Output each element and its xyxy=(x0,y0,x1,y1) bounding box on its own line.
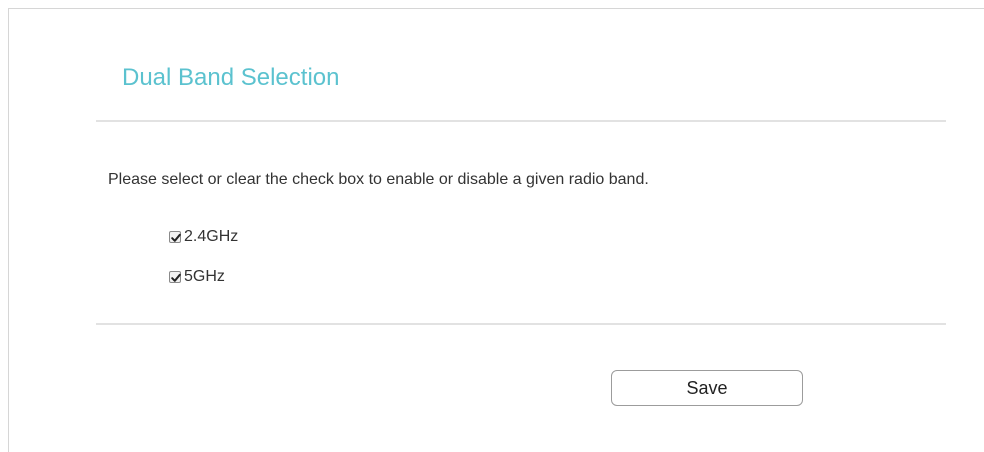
dual-band-panel: Dual Band Selection Please select or cle… xyxy=(8,8,984,452)
band-option-2-4ghz[interactable]: 2.4GHz xyxy=(169,226,238,248)
checkbox-label-5ghz[interactable]: 5GHz xyxy=(184,268,225,286)
bottom-divider xyxy=(96,323,946,325)
checkmark-icon xyxy=(171,273,181,282)
checkbox-5ghz[interactable] xyxy=(169,271,181,283)
checkbox-label-2-4ghz[interactable]: 2.4GHz xyxy=(184,228,238,246)
top-divider xyxy=(96,120,946,122)
checkbox-2-4ghz[interactable] xyxy=(169,231,181,243)
checkmark-icon xyxy=(171,233,181,242)
section-title: Dual Band Selection xyxy=(122,64,340,91)
band-option-5ghz[interactable]: 5GHz xyxy=(169,266,225,288)
section-description: Please select or clear the check box to … xyxy=(108,171,649,188)
save-button[interactable]: Save xyxy=(611,370,803,406)
